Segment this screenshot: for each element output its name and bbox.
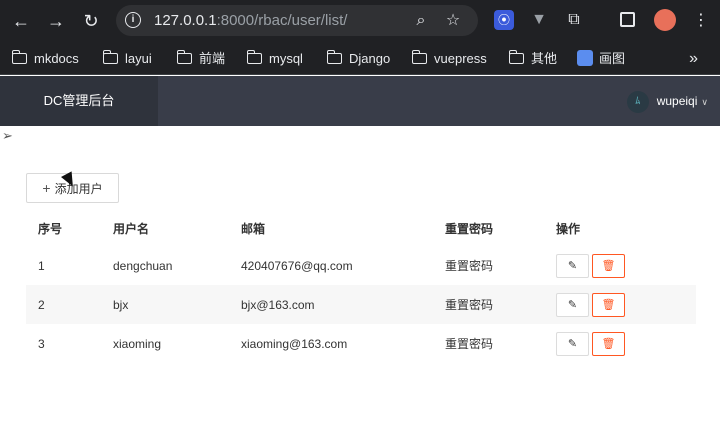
back-arrow-icon[interactable]: ←: [10, 10, 32, 32]
trash-icon: 🗑: [601, 337, 616, 350]
user-table: 序号 用户名 邮箱 重置密码 操作 1 dengchuan 420407676@…: [26, 210, 696, 363]
column-header: 用户名: [113, 221, 150, 236]
browser-menu-icon[interactable]: ⋮: [690, 10, 712, 32]
column-header: 邮箱: [241, 221, 266, 236]
bookmark-django[interactable]: Django: [326, 49, 391, 69]
url-text[interactable]: 127.0.0.1:8000/rbac/user/list/: [154, 12, 347, 29]
bookmark-label: 其他: [531, 51, 558, 66]
table-row: 3 xiaoming xiaoming@163.com 重置密码 ✎ 🗑: [26, 324, 696, 363]
browser-toolbar: ← → ↻ i 127.0.0.1:8000/rbac/user/list/ ⌕…: [0, 0, 720, 42]
folder-icon: [411, 50, 427, 64]
app-header: DC管理后台 ﾑ wupeiqi ∨: [0, 76, 720, 126]
column-header: 序号: [38, 221, 63, 236]
url-path: :8000/rbac/user/list/: [216, 12, 348, 29]
folder-icon: [102, 50, 118, 64]
bookmark-mkdocs[interactable]: mkdocs: [11, 49, 79, 69]
cell-email: 420407676@qq.com: [241, 258, 353, 273]
add-user-label: 添加用户: [54, 182, 103, 196]
zoom-icon[interactable]: ⌕: [411, 11, 431, 31]
side-panel-icon[interactable]: [620, 12, 635, 27]
column-header: 操作: [556, 221, 581, 236]
cell-actions: ✎ 🗑: [544, 246, 696, 285]
username: wupeiqi: [656, 94, 698, 108]
pencil-icon: ✎: [567, 298, 578, 311]
pencil-icon: ✎: [567, 259, 578, 272]
forward-arrow-icon[interactable]: →: [45, 10, 67, 32]
bookmark-label: 画图: [599, 51, 626, 66]
url-host: 127.0.0.1: [154, 12, 217, 29]
bookmark-label: mysql: [269, 51, 303, 66]
reset-password-link[interactable]: 重置密码: [433, 285, 544, 324]
user-menu[interactable]: ﾑ wupeiqi ∨: [626, 90, 708, 113]
bookmark-drawing[interactable]: 画图: [577, 49, 625, 69]
edit-button[interactable]: ✎: [556, 253, 589, 278]
folder-icon: [246, 50, 262, 64]
cell-username: dengchuan: [113, 258, 173, 273]
brand-title: DC管理后台: [0, 76, 158, 126]
site-info-icon[interactable]: i: [125, 12, 141, 28]
cell-username: xiaoming: [113, 336, 162, 351]
bookmark-label: mkdocs: [34, 51, 79, 66]
profile-avatar-icon[interactable]: [654, 9, 676, 31]
more-bookmarks-icon[interactable]: »: [689, 49, 698, 69]
bookmark-star-icon[interactable]: ☆: [443, 11, 463, 31]
cell-id: 3: [38, 336, 45, 351]
folder-icon: [508, 50, 524, 64]
cell-email: bjx@163.com: [241, 297, 315, 312]
drawio-icon: [577, 50, 593, 66]
trash-icon: 🗑: [601, 259, 616, 272]
extension-icon[interactable]: ⦿: [494, 10, 514, 30]
bookmark-label: vuepress: [434, 51, 487, 66]
reset-password-link[interactable]: 重置密码: [433, 324, 544, 363]
bookmark-vuepress[interactable]: vuepress: [411, 49, 487, 69]
folder-icon: [176, 50, 192, 64]
bookmark-label: layui: [125, 51, 152, 66]
edit-button[interactable]: ✎: [556, 292, 589, 317]
trash-icon: 🗑: [601, 298, 616, 311]
column-header: 重置密码: [445, 221, 494, 236]
folder-icon: [11, 50, 27, 64]
table-header-row: 序号 用户名 邮箱 重置密码 操作: [26, 210, 696, 246]
cell-username: bjx: [113, 297, 129, 312]
delete-button[interactable]: 🗑: [592, 331, 625, 356]
table-row: 1 dengchuan 420407676@qq.com 重置密码 ✎ 🗑: [26, 246, 696, 285]
edit-button[interactable]: ✎: [556, 331, 589, 356]
delete-button[interactable]: 🗑: [592, 292, 625, 317]
bookmark-mysql[interactable]: mysql: [246, 49, 303, 69]
cell-id: 1: [38, 258, 45, 273]
cell-id: 2: [38, 297, 45, 312]
bookmark-layui[interactable]: layui: [102, 49, 152, 69]
reset-password-link[interactable]: 重置密码: [433, 246, 544, 285]
cell-actions: ✎ 🗑: [544, 285, 696, 324]
address-bar[interactable]: i 127.0.0.1:8000/rbac/user/list/ ⌕ ☆: [116, 5, 478, 36]
reload-icon[interactable]: ↻: [80, 10, 102, 32]
paper-plane-icon[interactable]: ➢: [2, 128, 18, 144]
cell-actions: ✎ 🗑: [544, 324, 696, 363]
pencil-icon: ✎: [567, 337, 578, 350]
extensions-puzzle-icon[interactable]: ⧉: [564, 10, 584, 30]
folder-icon: [326, 50, 342, 64]
cell-email: xiaoming@163.com: [241, 336, 348, 351]
chevron-down-icon: ∨: [701, 97, 708, 107]
table-row: 2 bjx bjx@163.com 重置密码 ✎ 🗑: [26, 285, 696, 324]
plus-icon: +: [42, 180, 51, 196]
delete-button[interactable]: 🗑: [592, 253, 625, 278]
bookmark-label: Django: [349, 51, 391, 66]
bookmark-other[interactable]: 其他: [508, 49, 558, 69]
bookmark-frontend[interactable]: 前端: [176, 49, 226, 69]
vue-devtools-icon[interactable]: ▼: [529, 10, 549, 30]
bookmarks-bar: mkdocs layui 前端 mysql Django vuepress 其他…: [0, 42, 720, 75]
user-avatar: ﾑ: [626, 90, 649, 113]
bookmark-label: 前端: [199, 51, 226, 66]
